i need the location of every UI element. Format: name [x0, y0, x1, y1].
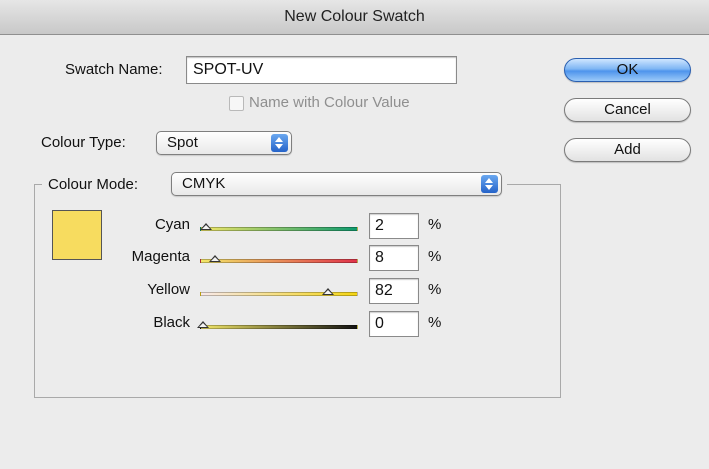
- magenta-percent-label: %: [428, 248, 442, 265]
- colour-mode-label: Colour Mode:: [48, 176, 139, 193]
- yellow-percent-label: %: [428, 281, 442, 298]
- cancel-button[interactable]: Cancel: [564, 98, 691, 122]
- yellow-slider[interactable]: [200, 292, 358, 296]
- black-slider-thumb[interactable]: [197, 321, 209, 328]
- cyan-value-input[interactable]: 2: [369, 213, 419, 239]
- swatch-name-label: Swatch Name:: [65, 61, 163, 78]
- yellow-value-input[interactable]: 82: [369, 278, 419, 304]
- cyan-slider-thumb[interactable]: [200, 223, 213, 230]
- black-label: Black: [153, 314, 190, 331]
- black-percent-label: %: [428, 314, 442, 331]
- name-with-colour-value-checkbox[interactable]: [229, 96, 244, 111]
- black-slider[interactable]: [200, 325, 358, 329]
- black-value-input[interactable]: 0: [369, 311, 419, 337]
- magenta-slider[interactable]: [200, 259, 358, 263]
- magenta-slider-thumb[interactable]: [209, 255, 222, 262]
- cyan-label: Cyan: [154, 216, 190, 233]
- colour-mode-select[interactable]: CMYK: [171, 172, 502, 196]
- name-with-colour-value-label: Name with Colour Value: [249, 94, 410, 111]
- magenta-label: Magenta: [131, 248, 190, 265]
- swatch-name-input[interactable]: SPOT-UV: [186, 56, 457, 84]
- cyan-percent-label: %: [428, 216, 442, 233]
- yellow-label: Yellow: [147, 281, 190, 298]
- ok-button[interactable]: OK: [564, 58, 691, 82]
- select-arrows-icon: [481, 175, 498, 193]
- magenta-value-input[interactable]: 8: [369, 245, 419, 271]
- colour-mode-group: [34, 184, 561, 398]
- add-button[interactable]: Add: [564, 138, 691, 162]
- window-title-bar: New Colour Swatch: [0, 0, 709, 35]
- yellow-slider-thumb[interactable]: [321, 288, 334, 295]
- colour-mode-value: CMYK: [182, 175, 226, 192]
- window-title: New Colour Swatch: [284, 8, 425, 25]
- select-arrows-icon: [271, 134, 288, 152]
- cyan-slider[interactable]: [200, 227, 358, 231]
- colour-type-label: Colour Type:: [41, 134, 126, 151]
- colour-type-value: Spot: [167, 134, 198, 151]
- colour-type-select[interactable]: Spot: [156, 131, 292, 155]
- colour-preview-swatch: [52, 210, 102, 260]
